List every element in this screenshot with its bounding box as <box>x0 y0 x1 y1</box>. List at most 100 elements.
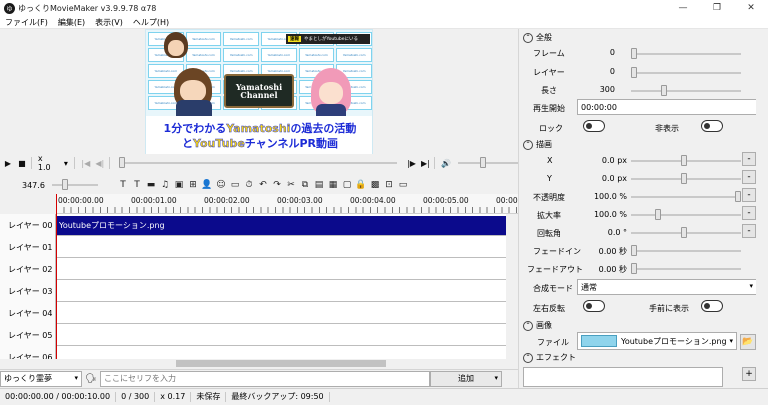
layer-row[interactable]: レイヤー 01 <box>0 236 506 258</box>
hide-toggle[interactable] <box>701 120 723 132</box>
section-image[interactable]: ⌃ 画像 <box>523 320 552 331</box>
layer-name[interactable]: レイヤー 00 <box>0 214 56 236</box>
layer-row[interactable]: レイヤー 04 <box>0 302 506 324</box>
opacity-value[interactable]: 100.0 % <box>579 192 627 201</box>
volume-thumb[interactable] <box>480 157 487 168</box>
opacity-minus-button[interactable]: - <box>742 188 756 202</box>
toolbar-icon-17[interactable]: 🔒 <box>354 178 368 192</box>
collapse-icon[interactable]: ⌃ <box>523 32 533 43</box>
y-minus-button[interactable]: - <box>742 170 756 184</box>
lock-toggle[interactable] <box>583 120 605 132</box>
zoom-thumb[interactable] <box>62 179 68 190</box>
menu-help[interactable]: ヘルプ(H) <box>128 17 174 28</box>
x-minus-button[interactable]: - <box>742 152 756 166</box>
add-button[interactable]: 追加 ▾ <box>430 370 502 387</box>
scale-minus-button[interactable]: - <box>742 206 756 220</box>
toolbar-icon-18[interactable]: ▩ <box>368 178 382 192</box>
frame-slider[interactable] <box>631 48 741 59</box>
collapse-icon[interactable]: ⌃ <box>523 139 533 150</box>
toolbar-icon-16[interactable]: ▢ <box>340 178 354 192</box>
scale-value[interactable]: 100.0 % <box>579 210 627 219</box>
toolbar-icon-8[interactable]: ▭ <box>228 178 242 192</box>
x-slider-thumb[interactable] <box>681 155 687 166</box>
fadeout-slider-thumb[interactable] <box>631 263 637 274</box>
layer-name[interactable]: レイヤー 04 <box>0 302 56 324</box>
horizontal-scroll-thumb[interactable] <box>176 360 386 367</box>
minimize-button[interactable]: — <box>666 0 700 16</box>
character-select[interactable]: ゆっくり霊夢 ▾ <box>0 370 82 387</box>
layer-row[interactable]: レイヤー 06 <box>0 346 506 359</box>
opacity-slider-thumb[interactable] <box>735 191 741 202</box>
opacity-slider[interactable] <box>631 191 741 202</box>
rotate-slider[interactable] <box>631 227 741 238</box>
layer-value[interactable]: 0 <box>579 67 615 76</box>
layer-name[interactable]: レイヤー 01 <box>0 236 56 258</box>
toolbar-icon-13[interactable]: ⧉ <box>298 178 312 192</box>
fadeout-slider[interactable] <box>631 263 741 274</box>
effect-list[interactable] <box>523 367 723 387</box>
x-value[interactable]: 0.0 px <box>579 156 627 165</box>
frame-slider-thumb[interactable] <box>631 48 637 59</box>
length-slider-thumb[interactable] <box>661 85 667 96</box>
serif-input[interactable] <box>100 370 430 387</box>
jump-start-button[interactable]: |◀ <box>80 157 92 169</box>
toolbar-icon-9[interactable]: ⏱ <box>242 178 256 192</box>
collapse-icon[interactable]: ⌃ <box>523 352 533 363</box>
layer-name[interactable]: レイヤー 03 <box>0 280 56 302</box>
fadeout-value[interactable]: 0.00 秒 <box>579 264 627 275</box>
seek-slider[interactable] <box>118 157 398 168</box>
fadein-slider-thumb[interactable] <box>631 245 637 256</box>
voice-icon[interactable]: 🗣 <box>82 371 100 387</box>
toolbar-icon-6[interactable]: 👤 <box>200 178 214 192</box>
toolbar-icon-19[interactable]: ⊡ <box>382 178 396 192</box>
preview-image[interactable]: Yamatoshi.com Yamatoshi.com Yamatoshi.com Y… <box>145 29 373 157</box>
section-general[interactable]: ⌃ 全般 <box>523 32 552 43</box>
menu-edit[interactable]: 編集(E) <box>53 17 90 28</box>
folder-open-icon[interactable]: 📂 <box>740 334 756 350</box>
layer-row[interactable]: レイヤー 02 <box>0 258 506 280</box>
toolbar-icon-15[interactable]: ▦ <box>326 178 340 192</box>
file-select[interactable]: Youtubeプロモーション.png ▾ <box>577 332 737 350</box>
layer-slider-thumb[interactable] <box>631 67 637 78</box>
timeline-vertical-scrollbar[interactable] <box>506 214 518 359</box>
toolbar-icon-11[interactable]: ↷ <box>270 178 284 192</box>
rotate-minus-button[interactable]: - <box>742 224 756 238</box>
menu-view[interactable]: 表示(V) <box>90 17 128 28</box>
length-slider[interactable] <box>631 85 741 96</box>
layer-name[interactable]: レイヤー 06 <box>0 346 56 359</box>
layer-name[interactable]: レイヤー 02 <box>0 258 56 280</box>
timeline-horizontal-scrollbar[interactable] <box>56 359 518 368</box>
volume-icon[interactable]: 🔊 <box>440 157 452 169</box>
front-toggle[interactable] <box>701 300 723 312</box>
speed-select[interactable]: x 1.0 <box>38 154 58 172</box>
panel-scrollbar[interactable] <box>756 29 768 388</box>
length-value[interactable]: 300 <box>579 85 615 94</box>
frame-value[interactable]: 0 <box>579 48 615 57</box>
toolbar-icon-10[interactable]: ↶ <box>256 178 270 192</box>
step-forward-button[interactable]: |▶ <box>405 157 417 169</box>
toolbar-icon-14[interactable]: ▤ <box>312 178 326 192</box>
toolbar-icon-12[interactable]: ✂ <box>284 178 298 192</box>
add-effect-button[interactable]: + <box>742 367 756 381</box>
layer-row[interactable]: レイヤー 03 <box>0 280 506 302</box>
stop-button[interactable]: ■ <box>16 157 28 169</box>
layer-slider[interactable] <box>631 67 741 78</box>
close-button[interactable]: ✕ <box>734 0 768 16</box>
jump-end-button[interactable]: ▶| <box>419 157 431 169</box>
section-draw[interactable]: ⌃ 描画 <box>523 139 552 150</box>
y-slider-thumb[interactable] <box>681 173 687 184</box>
collapse-icon[interactable]: ⌃ <box>523 320 533 331</box>
volume-slider[interactable] <box>458 157 519 168</box>
blend-mode-select[interactable]: 通常 ▾ <box>577 279 757 295</box>
rotate-slider-thumb[interactable] <box>681 227 687 238</box>
time-ruler[interactable]: 00:00:00.00 00:00:01.00 00:00:02.00 00:00:0… <box>56 194 525 214</box>
seek-thumb[interactable] <box>118 157 125 168</box>
layer-row[interactable]: レイヤー 00 Youtubeプロモーション.png <box>0 214 506 236</box>
image-clip[interactable]: Youtubeプロモーション.png <box>56 216 506 235</box>
toolbar-icon-7[interactable]: ☺ <box>214 178 228 192</box>
flip-toggle[interactable] <box>583 300 605 312</box>
layer-name[interactable]: レイヤー 05 <box>0 324 56 346</box>
restore-button[interactable]: ❐ <box>700 0 734 16</box>
y-slider[interactable] <box>631 173 741 184</box>
zoom-slider[interactable] <box>52 179 98 190</box>
